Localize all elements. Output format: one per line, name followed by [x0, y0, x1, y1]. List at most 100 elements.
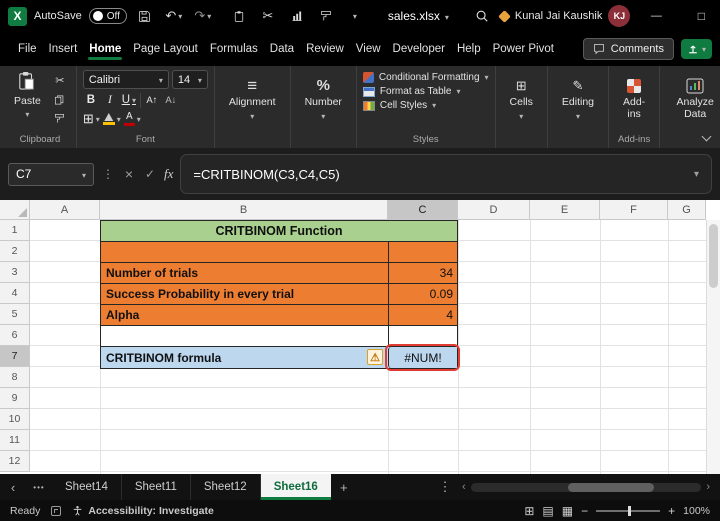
cut-qat-icon[interactable]: [257, 5, 279, 27]
cell-C5[interactable]: 4: [388, 305, 457, 325]
insert-function-icon[interactable]: fx: [164, 166, 173, 182]
cell-B4[interactable]: Success Probability in every trial: [101, 284, 388, 304]
number-button[interactable]: % Number: [297, 70, 350, 122]
font-name-select[interactable]: Calibri: [82, 70, 169, 89]
cell-B6[interactable]: [101, 326, 388, 346]
bold-button[interactable]: B: [83, 92, 99, 108]
paste-button[interactable]: Paste: [10, 70, 45, 126]
font-size-select[interactable]: 14: [171, 70, 208, 89]
cell-styles-button[interactable]: Cell Styles: [362, 100, 489, 111]
tab-developer[interactable]: Developer: [387, 34, 451, 64]
cell-B2[interactable]: [101, 242, 388, 262]
hscroll-track[interactable]: [470, 482, 702, 492]
underline-button[interactable]: U: [121, 92, 137, 108]
borders-button[interactable]: [83, 111, 100, 127]
conditional-formatting-button[interactable]: Conditional Formatting: [362, 72, 489, 83]
row-header-12[interactable]: 12: [0, 451, 30, 472]
name-box[interactable]: C7: [8, 162, 94, 186]
cut-button[interactable]: [50, 73, 70, 88]
sheet-tab-sheet16-active[interactable]: Sheet16: [260, 474, 331, 500]
tabbar-more-icon[interactable]: [432, 474, 458, 500]
tab-home[interactable]: Home: [83, 34, 127, 64]
comments-button[interactable]: Comments: [582, 38, 674, 60]
row-header-3[interactable]: 3: [0, 262, 30, 283]
row-header-2[interactable]: 2: [0, 241, 30, 262]
cell-B7[interactable]: CRITBINOM formula: [101, 347, 388, 368]
maximize-icon[interactable]: [682, 0, 720, 32]
save-icon[interactable]: [134, 5, 156, 27]
tab-help[interactable]: Help: [451, 34, 487, 64]
column-header-B[interactable]: B: [100, 200, 388, 220]
zoom-in-icon[interactable]: +: [668, 504, 675, 518]
column-header-G[interactable]: G: [668, 200, 706, 220]
cells-button[interactable]: Cells: [502, 70, 541, 122]
row-header-7[interactable]: 7: [0, 346, 30, 367]
hscroll-right-icon[interactable]: [706, 481, 710, 493]
customize-qat-icon[interactable]: [344, 5, 366, 27]
format-painter-button[interactable]: [50, 111, 70, 126]
column-header-D[interactable]: D: [458, 200, 530, 220]
excel-logo[interactable]: [8, 6, 27, 26]
confirm-entry-icon[interactable]: [143, 167, 157, 181]
cell-C4[interactable]: 0.09: [388, 284, 457, 304]
row-header-8[interactable]: 8: [0, 367, 30, 388]
tab-scroll-left-icon[interactable]: [0, 474, 26, 500]
user-account[interactable]: Kunal Jai Kaushik KJ: [498, 5, 631, 27]
format-as-table-button[interactable]: Format as Table: [362, 86, 489, 97]
zoom-slider[interactable]: [596, 505, 661, 516]
row-header-5[interactable]: 5: [0, 304, 30, 325]
cell-B3[interactable]: Number of trials: [101, 263, 388, 283]
tab-power-pivot[interactable]: Power Pivot: [487, 34, 560, 64]
formula-bar-handle-icon[interactable]: [101, 167, 115, 181]
alignment-button[interactable]: Alignment: [221, 70, 284, 122]
analyze-data-button[interactable]: Analyze Data: [666, 70, 720, 120]
tab-insert[interactable]: Insert: [43, 34, 84, 64]
tab-page-layout[interactable]: Page Layout: [127, 34, 204, 64]
cell-B5[interactable]: Alpha: [101, 305, 388, 325]
new-sheet-icon[interactable]: [331, 474, 357, 500]
tab-formulas[interactable]: Formulas: [204, 34, 264, 64]
column-header-A[interactable]: A: [30, 200, 100, 220]
document-title[interactable]: sales.xlsx: [380, 6, 457, 26]
row-header-1[interactable]: 1: [0, 220, 30, 241]
copy-button[interactable]: [50, 92, 70, 107]
tab-review[interactable]: Review: [300, 34, 350, 64]
fill-color-button[interactable]: [102, 111, 121, 127]
hscroll-thumb[interactable]: [567, 482, 654, 492]
row-header-11[interactable]: 11: [0, 430, 30, 451]
normal-view-icon[interactable]: [524, 504, 534, 518]
format-painter-qat-icon[interactable]: [315, 5, 337, 27]
cancel-entry-icon[interactable]: [122, 166, 136, 182]
macro-record-icon[interactable]: [51, 505, 62, 516]
tab-view[interactable]: View: [350, 34, 387, 64]
column-header-E[interactable]: E: [530, 200, 600, 220]
tab-list-icon[interactable]: [26, 474, 52, 500]
tab-file[interactable]: File: [12, 34, 43, 64]
row-header-4[interactable]: 4: [0, 283, 30, 304]
sheet-tab-sheet11[interactable]: Sheet11: [122, 474, 191, 500]
vertical-scrollbar[interactable]: [706, 220, 720, 474]
zoom-slider-thumb[interactable]: [628, 505, 632, 516]
page-layout-view-icon[interactable]: [542, 504, 553, 518]
redo-button[interactable]: [192, 5, 214, 27]
column-header-F[interactable]: F: [600, 200, 668, 220]
row-header-9[interactable]: 9: [0, 388, 30, 409]
minimize-icon[interactable]: [637, 0, 675, 32]
font-color-button[interactable]: [123, 111, 141, 127]
cell-B1-title[interactable]: CRITBINOM Function: [101, 221, 457, 241]
cell-C3[interactable]: 34: [388, 263, 457, 283]
formula-input[interactable]: =CRITBINOM(C3,C4,C5) ▾: [180, 154, 712, 194]
undo-button[interactable]: [163, 5, 185, 27]
autosave-toggle[interactable]: Off: [88, 8, 127, 24]
sheet-tab-sheet12[interactable]: Sheet12: [191, 474, 261, 500]
avatar[interactable]: KJ: [608, 5, 631, 27]
share-button[interactable]: [680, 39, 712, 59]
zoom-level[interactable]: 100%: [683, 505, 710, 517]
page-break-view-icon[interactable]: [562, 504, 573, 518]
cell-C6[interactable]: [388, 326, 457, 346]
addins-button[interactable]: Add-ins: [615, 70, 653, 120]
paste-qat-icon[interactable]: [228, 5, 250, 27]
select-all-corner[interactable]: [0, 200, 30, 220]
accessibility-status[interactable]: Accessibility: Investigate: [72, 505, 214, 517]
editing-button[interactable]: Editing: [554, 70, 602, 122]
